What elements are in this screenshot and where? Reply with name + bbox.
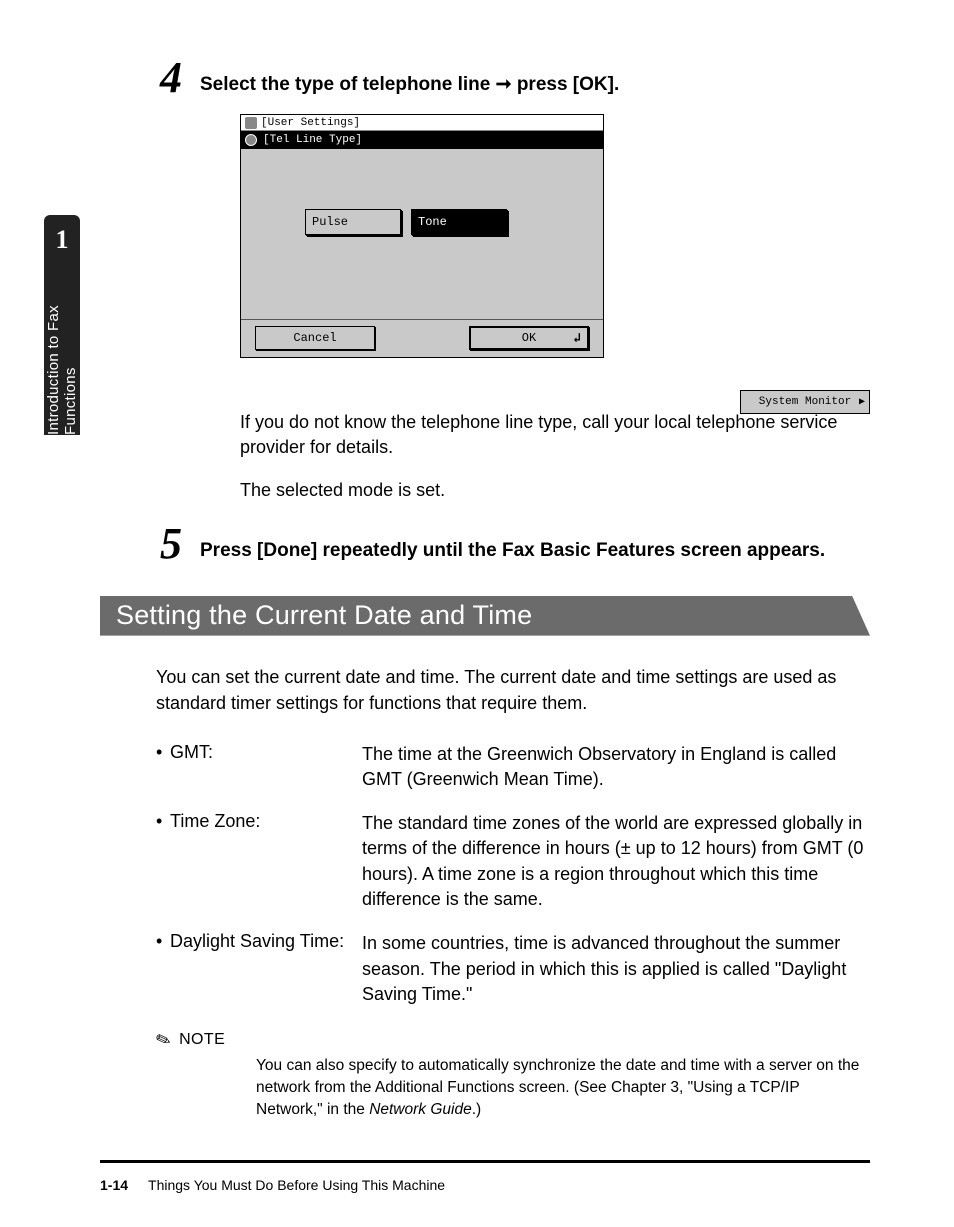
screenshot-titlebar: [Tel Line Type] <box>241 131 603 149</box>
chapter-tab: 1 Introduction to Fax Functions <box>44 215 80 435</box>
note-block: ✎ NOTE You can also specify to automatic… <box>156 1030 870 1121</box>
pencil-icon: ✎ <box>153 1028 174 1053</box>
def-term-timezone: Time Zone: <box>170 811 260 832</box>
def-row-timezone: • Time Zone: The standard time zones of … <box>156 811 866 913</box>
note-label: NOTE <box>179 1031 225 1049</box>
device-screenshot: [User Settings] [Tel Line Type] Pulse To… <box>240 114 604 358</box>
note-body: You can also specify to automatically sy… <box>256 1055 866 1121</box>
footer-title: Things You Must Do Before Using This Mac… <box>148 1177 445 1193</box>
def-desc-gmt: The time at the Greenwich Observatory in… <box>362 742 866 793</box>
def-term-gmt: GMT: <box>170 742 213 763</box>
def-row-gmt: • GMT: The time at the Greenwich Observa… <box>156 742 866 793</box>
titlebar-icon <box>245 134 257 146</box>
chapter-number: 1 <box>56 225 69 255</box>
page-number: 1-14 <box>100 1177 128 1193</box>
pulse-button[interactable]: Pulse <box>305 209 401 235</box>
bullet-icon: • <box>156 811 170 832</box>
titlebar-icon <box>245 117 257 129</box>
definition-list: • GMT: The time at the Greenwich Observa… <box>156 742 866 1008</box>
triangle-icon: ▶ <box>859 396 865 408</box>
ok-button[interactable]: OK ↲ <box>469 326 589 350</box>
paragraph-mode-set: The selected mode is set. <box>240 478 860 503</box>
section-title: Setting the Current Date and Time <box>100 600 532 631</box>
note-text-before: You can also specify to automatically sy… <box>256 1057 859 1118</box>
def-desc-dst: In some countries, time is advanced thro… <box>362 931 866 1008</box>
bullet-icon: • <box>156 742 170 763</box>
page-footer: 1-14 Things You Must Do Before Using Thi… <box>100 1177 445 1193</box>
section-intro: You can set the current date and time. T… <box>156 664 866 716</box>
return-icon: ↲ <box>573 331 581 346</box>
step-instruction: Press [Done] repeatedly until the Fax Ba… <box>200 522 870 566</box>
step4-text-before: Select the type of telephone line <box>200 74 496 95</box>
step-instruction: Select the type of telephone line ➞ pres… <box>200 56 870 100</box>
step4-text-after: press [OK]. <box>512 74 620 95</box>
step-number: 4 <box>100 56 200 100</box>
title-text: [Tel Line Type] <box>263 134 362 146</box>
screenshot-ghost-titlebar: [User Settings] <box>241 115 603 131</box>
step-5: 5 Press [Done] repeatedly until the Fax … <box>100 522 870 566</box>
def-desc-timezone: The standard time zones of the world are… <box>362 811 866 913</box>
ghost-title-text: [User Settings] <box>261 117 360 129</box>
tone-button[interactable]: Tone <box>411 209 507 235</box>
arrow-icon: ➞ <box>496 74 512 95</box>
sysmon-label: System Monitor <box>759 396 851 408</box>
section-heading: Setting the Current Date and Time <box>100 596 870 636</box>
bullet-icon: • <box>156 931 170 952</box>
note-cite: Network Guide <box>369 1101 472 1118</box>
system-monitor-button[interactable]: System Monitor ▶ <box>740 390 870 414</box>
note-text-after: .) <box>472 1101 481 1118</box>
chapter-title: Introduction to Fax Functions <box>45 279 79 435</box>
cancel-button[interactable]: Cancel <box>255 326 375 350</box>
step-number: 5 <box>100 522 200 566</box>
paragraph-line-type-help: If you do not know the telephone line ty… <box>240 410 860 460</box>
footer-rule <box>100 1160 870 1163</box>
def-row-dst: • Daylight Saving Time: In some countrie… <box>156 931 866 1008</box>
step-4: 4 Select the type of telephone line ➞ pr… <box>100 56 870 100</box>
ok-label: OK <box>522 331 536 345</box>
def-term-dst: Daylight Saving Time: <box>170 931 344 952</box>
